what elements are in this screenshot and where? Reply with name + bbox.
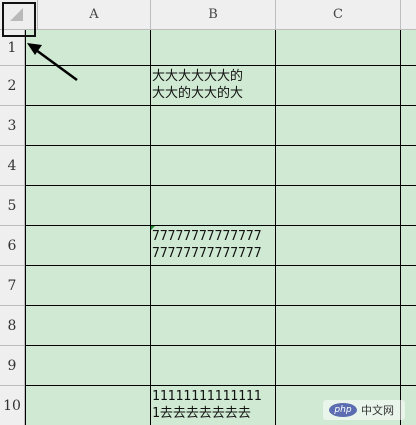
- watermark: php 中文网: [323, 400, 405, 420]
- watermark-text: 中文网: [361, 404, 394, 417]
- spreadsheet: A B C 1 2 3 4 5 6 7 8 9 10 大大大大大大的 大大的大大…: [0, 0, 416, 425]
- arrow-icon: [27, 43, 78, 82]
- php-logo-icon: php: [329, 403, 357, 417]
